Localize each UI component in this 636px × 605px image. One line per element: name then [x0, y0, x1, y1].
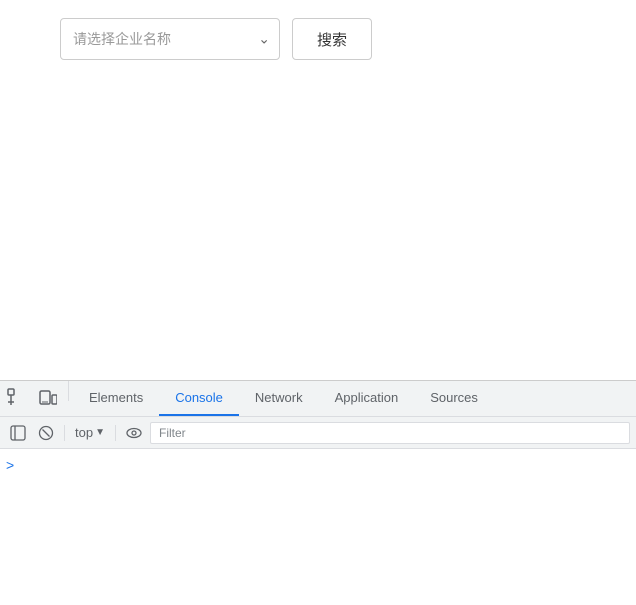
search-button[interactable]: 搜索 [292, 18, 372, 60]
console-sidebar-toggle[interactable] [6, 421, 30, 445]
inspect-element-icon[interactable] [0, 381, 32, 413]
preserve-log-button[interactable] [122, 421, 146, 445]
devtools-panel: Elements Console Network Application Sou… [0, 380, 636, 605]
tab-console[interactable]: Console [159, 381, 239, 416]
console-context-label: top [75, 425, 93, 440]
console-prompt[interactable]: > [6, 457, 630, 473]
console-prompt-arrow: > [6, 457, 14, 473]
devtools-tabs-bar: Elements Console Network Application Sou… [0, 381, 636, 417]
main-content: 请选择企业名称 ⌄ 搜索 [0, 0, 636, 380]
tab-sources[interactable]: Sources [414, 381, 494, 416]
device-toggle-icon[interactable] [32, 381, 64, 413]
context-dropdown-arrow: ▼ [95, 427, 105, 438]
tab-elements[interactable]: Elements [73, 381, 159, 416]
console-content-area: > [0, 449, 636, 605]
controls-divider [64, 425, 65, 441]
tab-network[interactable]: Network [239, 381, 319, 416]
console-context-selector[interactable]: top ▼ [71, 421, 109, 445]
company-select-wrapper: 请选择企业名称 ⌄ [60, 18, 280, 60]
company-select[interactable]: 请选择企业名称 [60, 18, 280, 60]
console-filter-input[interactable] [150, 422, 630, 444]
tab-application[interactable]: Application [319, 381, 415, 416]
clear-console-button[interactable] [34, 421, 58, 445]
console-controls-bar: top ▼ [0, 417, 636, 449]
controls-divider-2 [115, 425, 116, 441]
search-row: 请选择企业名称 ⌄ 搜索 [60, 18, 372, 60]
toolbar-divider [68, 381, 69, 401]
